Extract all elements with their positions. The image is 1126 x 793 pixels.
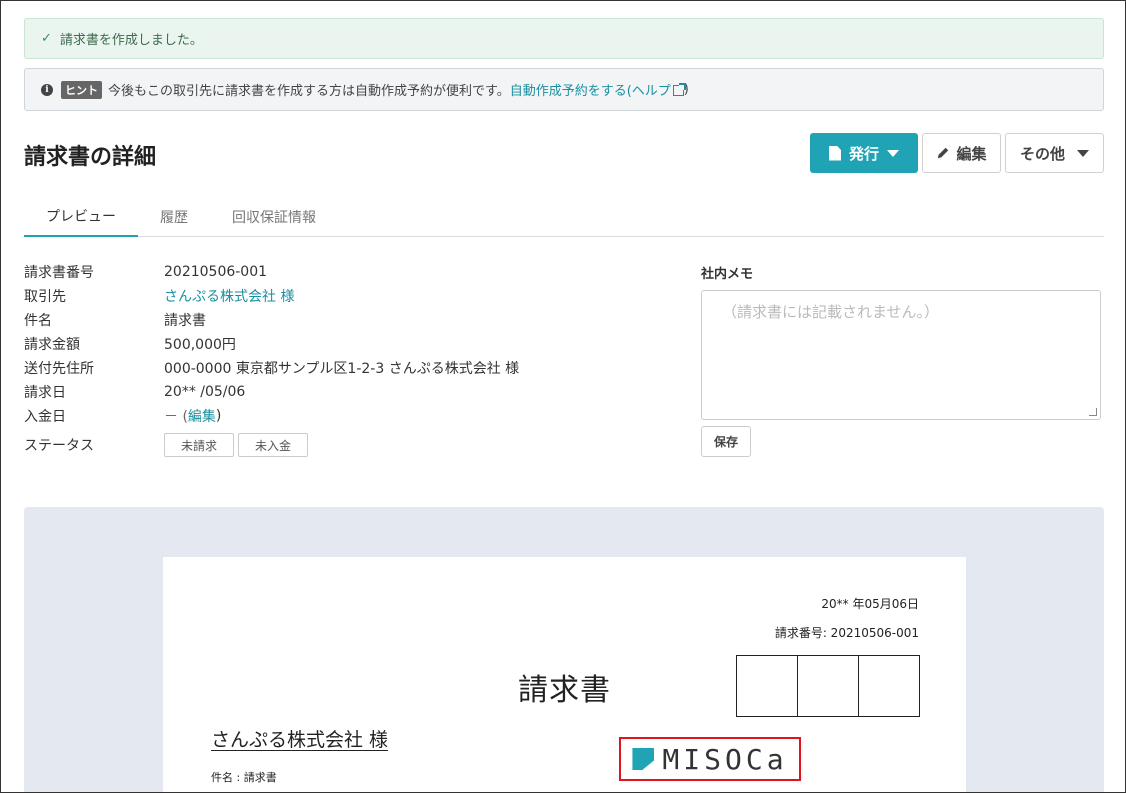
status-chip-unbilled: 未請求 — [164, 433, 234, 457]
detail-value: 500,000円 — [164, 337, 236, 353]
detail-address: 送付先住所 000-0000 東京都サンプル区1-2-3 さんぷる株式会社 様 — [24, 358, 519, 378]
memo-textarea[interactable]: （請求書には記載されません。） — [701, 290, 1101, 420]
detail-status: ステータス 未請求 未入金 — [24, 433, 312, 457]
help-link[interactable]: (ヘルプ — [626, 80, 686, 99]
tab-preview[interactable]: プレビュー — [24, 197, 138, 237]
detail-label: 請求書番号 — [24, 265, 94, 281]
document-icon — [828, 145, 841, 161]
detail-label: 取引先 — [24, 289, 66, 305]
detail-value-close: ) — [215, 408, 222, 424]
detail-label: 件名 — [24, 313, 52, 329]
hint-badge: ヒント — [61, 80, 102, 99]
tab-guarantee-info[interactable]: 回収保証情報 — [216, 197, 332, 237]
memo-label: 社内メモ — [701, 267, 754, 282]
invoice-paper: 20** 年05月06日 請求番号: 20210506-001 請求書 さんぷる… — [163, 557, 966, 792]
detail-payment-date: 入金日 － ( 編集 ) — [24, 406, 221, 426]
client-link[interactable]: さんぷる株式会社 様 — [164, 286, 294, 306]
detail-invoice-date: 請求日 20** /05/06 — [24, 382, 245, 402]
external-link-icon — [672, 83, 686, 96]
stamp-box — [859, 656, 919, 716]
save-memo-button[interactable]: 保存 — [701, 426, 751, 457]
tab-history[interactable]: 履歴 — [138, 197, 210, 237]
misoca-logo-text: MISOCa — [662, 742, 788, 776]
caret-down-icon — [1077, 149, 1089, 157]
hint-alert: i ヒント 今後もこの取引先に請求書を作成する方は自動作成予約が便利です。 自動… — [24, 68, 1104, 111]
paper-subject: 件名 : 請求書 — [211, 771, 277, 784]
stamp-boxes — [736, 655, 920, 717]
page-title: 請求書の詳細 — [24, 145, 157, 170]
detail-label: 入金日 — [24, 409, 66, 425]
resize-grip-icon[interactable] — [1089, 408, 1097, 416]
detail-value: 20** /05/06 — [164, 384, 246, 400]
detail-value: 20210506-001 — [164, 264, 268, 280]
paper-date: 20** 年05月06日 — [821, 597, 919, 611]
paper-client: さんぷる株式会社 様 — [211, 729, 389, 751]
detail-amount: 請求金額 500,000円 — [24, 334, 236, 354]
detail-invoice-number: 請求書番号 20210506-001 — [24, 262, 267, 282]
status-chip-unpaid: 未入金 — [238, 433, 308, 457]
tab-bar: プレビュー 履歴 回収保証情報 — [24, 197, 1104, 237]
stamp-box — [737, 656, 798, 716]
detail-label: ステータス — [24, 438, 94, 454]
hint-message: 今後もこの取引先に請求書を作成する方は自動作成予約が便利です。 — [108, 84, 510, 99]
memo-placeholder: （請求書には記載されません。） — [722, 303, 940, 321]
auto-create-link[interactable]: 自動作成予約をする — [510, 80, 627, 99]
other-button[interactable]: その他 — [1005, 133, 1104, 173]
paper-title: 請求書 — [518, 673, 611, 708]
publish-button[interactable]: 発行 — [810, 133, 918, 173]
payment-edit-link[interactable]: 編集 — [188, 406, 216, 426]
detail-label: 請求金額 — [24, 337, 80, 353]
check-icon: ✓ — [41, 31, 52, 46]
misoca-logo-icon — [632, 748, 655, 770]
detail-label: 送付先住所 — [24, 361, 94, 377]
publish-label: 発行 — [848, 144, 879, 163]
detail-label: 請求日 — [24, 385, 66, 401]
pencil-icon — [938, 147, 949, 159]
detail-value: － ( — [164, 409, 188, 425]
other-label: その他 — [1019, 144, 1065, 163]
misoca-logo-highlight: MISOCa — [619, 737, 801, 781]
help-link-label: (ヘルプ — [626, 84, 671, 99]
detail-subject: 件名 請求書 — [24, 310, 206, 330]
success-message: 請求書を作成しました。 — [59, 33, 203, 48]
stamp-box — [798, 656, 859, 716]
app-frame: ✓ 請求書を作成しました。 i ヒント 今後もこの取引先に請求書を作成する方は自… — [0, 0, 1126, 793]
paper-invoice-number: 請求番号: 20210506-001 — [774, 626, 919, 640]
info-icon: i — [41, 83, 53, 96]
caret-down-icon — [887, 149, 899, 157]
edit-label: 編集 — [956, 144, 987, 163]
success-alert: ✓ 請求書を作成しました。 — [24, 18, 1104, 59]
edit-button[interactable]: 編集 — [922, 133, 1001, 173]
detail-value: 000-0000 東京都サンプル区1-2-3 さんぷる株式会社 様 — [164, 361, 520, 377]
detail-value: 請求書 — [164, 313, 206, 329]
detail-client: 取引先 さんぷる株式会社 様 — [24, 286, 294, 306]
